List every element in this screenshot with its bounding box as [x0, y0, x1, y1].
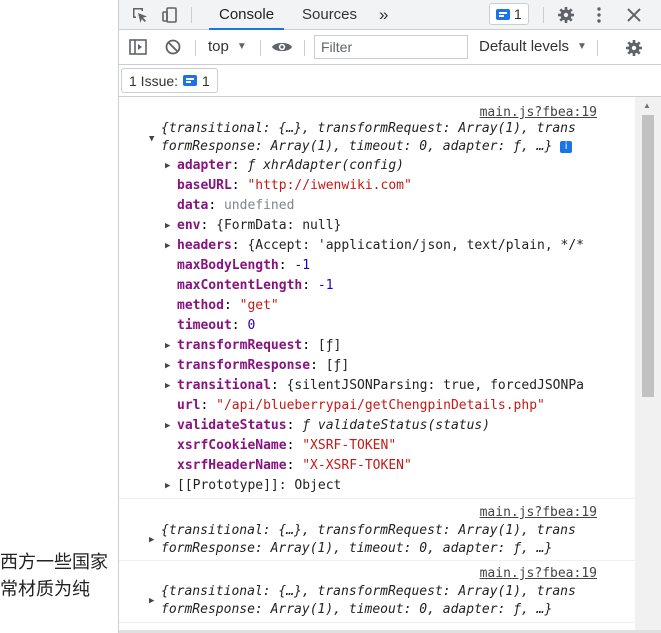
expand-arrow-icon[interactable]: ▶: [165, 361, 170, 371]
expand-arrow-icon[interactable]: ▶: [149, 596, 154, 606]
console-output: main.js?fbea:19 ▼ {transitional: {…}, tr…: [119, 97, 635, 633]
object-summary-line[interactable]: formResponse: Array(1), timeout: 0, adap…: [161, 601, 552, 619]
issues-button[interactable]: 1 Issue: 1: [121, 68, 218, 93]
toolbar-divider: [260, 40, 261, 56]
console-entry: main.js?fbea:19 ▶ {transitional: {…}, tr…: [119, 499, 635, 561]
toolbar-divider: [195, 40, 196, 56]
chevron-down-icon: ▼: [577, 41, 587, 52]
property-prototype[interactable]: [[Prototype]]: Object: [177, 477, 341, 495]
console-entry: main.js?fbea:19 ▶ {transitional: {…}, tr…: [119, 561, 635, 623]
filter-input[interactable]: [314, 35, 468, 59]
devtools-panel: Console Sources » 1 top ▼ Filter Default…: [118, 0, 661, 633]
kebab-menu-icon[interactable]: [590, 4, 608, 26]
info-icon: i: [560, 141, 573, 153]
expand-arrow-icon[interactable]: ▶: [165, 381, 170, 391]
chevron-down-icon: ▼: [236, 41, 247, 52]
issues-counter-value: 1: [514, 6, 522, 22]
property-transitional[interactable]: transitional: {silentJSONParsing: true, …: [177, 377, 584, 395]
object-summary-line[interactable]: formResponse: Array(1), timeout: 0, adap…: [161, 138, 573, 156]
issues-bar: 1 Issue: 1: [119, 65, 661, 97]
property-env[interactable]: env: {FormData: null}: [177, 217, 341, 235]
expand-arrow-icon[interactable]: ▶: [165, 481, 170, 491]
console-entry: main.js?fbea:19 ▼ {transitional: {…}, tr…: [119, 97, 635, 499]
property-timeout: timeout: 0: [177, 318, 256, 333]
expand-arrow-icon[interactable]: ▶: [165, 241, 170, 251]
tab-sources[interactable]: Sources: [292, 0, 367, 30]
property-baseurl: baseURL: "http://iwenwiki.com": [177, 178, 412, 193]
object-summary-line[interactable]: {transitional: {…}, transformRequest: Ar…: [161, 583, 576, 601]
console-toolbar: top ▼ Default levels ▼: [119, 30, 661, 65]
clear-console-icon[interactable]: [163, 37, 183, 57]
toolbar-divider: [304, 40, 305, 56]
message-icon: [183, 75, 198, 86]
property-data: data: undefined: [177, 198, 295, 213]
eye-icon[interactable]: [270, 37, 294, 57]
source-link[interactable]: main.js?fbea:19: [480, 105, 597, 120]
issues-count: 1: [202, 72, 210, 89]
background-text-line: 西方一些国家: [0, 552, 108, 573]
expand-arrow-icon[interactable]: ▶: [165, 221, 170, 231]
collapse-arrow-icon[interactable]: ▼: [149, 134, 154, 144]
context-selector[interactable]: top ▼: [208, 38, 247, 55]
context-selector-value: top: [208, 38, 229, 55]
gear-icon[interactable]: [555, 4, 577, 26]
property-adapter[interactable]: adapter: ƒ xhrAdapter(config): [177, 157, 404, 175]
property-url: url: "/api/blueberrypai/getChengpinDetai…: [177, 398, 545, 413]
expand-arrow-icon[interactable]: ▶: [165, 161, 170, 171]
device-toolbar-icon[interactable]: [159, 4, 181, 26]
sidebar-toggle-icon[interactable]: [127, 37, 149, 57]
property-transformrequest[interactable]: transformRequest: [ƒ]: [177, 337, 341, 355]
property-xsrfcookiename: xsrfCookieName: "XSRF-TOKEN": [177, 438, 397, 453]
log-levels-dropdown[interactable]: Default levels ▼: [479, 38, 587, 55]
issues-label: 1 Issue:: [129, 72, 179, 89]
more-tabs-button[interactable]: »: [369, 0, 398, 30]
property-transformresponse[interactable]: transformResponse: [ƒ]: [177, 357, 349, 375]
property-maxcontentlength: maxContentLength: -1: [177, 278, 334, 293]
source-link[interactable]: main.js?fbea:19: [480, 505, 597, 520]
property-maxbodylength: maxBodyLength: -1: [177, 258, 311, 273]
background-text-line: 常材质为纯: [0, 579, 90, 600]
source-link[interactable]: main.js?fbea:19: [480, 566, 597, 581]
expand-arrow-icon[interactable]: ▶: [165, 421, 170, 431]
expand-arrow-icon[interactable]: ▶: [165, 341, 170, 351]
toolbar-divider: [543, 7, 544, 23]
expand-arrow-icon[interactable]: ▶: [149, 535, 154, 545]
tab-console[interactable]: Console: [209, 0, 285, 30]
toolbar-divider: [191, 7, 192, 23]
property-method: method: "get": [177, 298, 279, 313]
property-validatestatus[interactable]: validateStatus: ƒ validateStatus(status): [177, 417, 490, 435]
property-xsrfheadername: xsrfHeaderName: "X-XSRF-TOKEN": [177, 458, 412, 473]
scrollbar-thumb[interactable]: [642, 115, 654, 397]
object-summary-line[interactable]: formResponse: Array(1), timeout: 0, adap…: [161, 540, 552, 558]
object-summary-line[interactable]: {transitional: {…}, transformRequest: Ar…: [161, 120, 576, 138]
scroll-up-arrow-icon[interactable]: ▲: [643, 101, 651, 110]
message-icon: [496, 8, 510, 20]
background-page: 西方一些国家 常材质为纯: [0, 0, 118, 633]
property-headers[interactable]: headers: {Accept: 'application/json, tex…: [177, 237, 584, 255]
console-scrollbar[interactable]: ▲: [635, 97, 661, 633]
console-settings-gear-icon[interactable]: [623, 37, 645, 59]
inspect-element-icon[interactable]: [129, 4, 151, 26]
devtools-main-toolbar: Console Sources » 1: [119, 0, 661, 30]
toolbar-divider: [597, 40, 598, 56]
issues-counter-button[interactable]: 1: [489, 3, 529, 25]
log-levels-value: Default levels: [479, 38, 570, 55]
object-summary-line[interactable]: {transitional: {…}, transformRequest: Ar…: [161, 522, 576, 540]
close-icon[interactable]: [623, 4, 645, 26]
